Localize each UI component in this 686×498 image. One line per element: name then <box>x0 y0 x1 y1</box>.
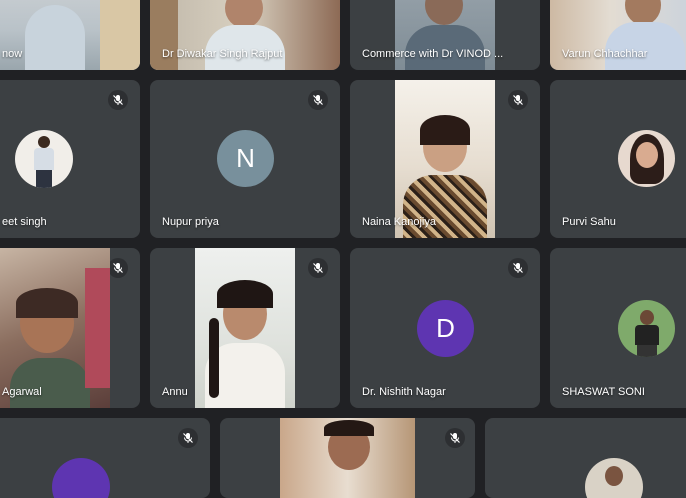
participant-tile-shaswat[interactable]: SHASWAT SONI <box>550 248 686 408</box>
avatar <box>618 300 675 357</box>
participant-name: Nupur priya <box>162 216 219 228</box>
participant-tile-nishith[interactable]: D Dr. Nishith Nagar <box>350 248 540 408</box>
participant-tile-row4-3[interactable] <box>485 418 686 498</box>
participant-name: SHASWAT SONI <box>562 386 645 398</box>
participant-name: eet singh <box>2 216 47 228</box>
participant-tile-annu[interactable]: Annu <box>150 248 340 408</box>
participant-name: Purvi Sahu <box>562 216 616 228</box>
participant-video <box>195 248 295 408</box>
mic-off-icon <box>178 428 198 448</box>
participant-tile-naina[interactable]: Naina Kanojiya <box>350 80 540 238</box>
mic-off-icon <box>308 258 328 278</box>
participant-name: Agarwal <box>2 386 42 398</box>
avatar <box>15 130 73 188</box>
avatar: D <box>417 300 474 357</box>
participant-tile-purvi[interactable]: Purvi Sahu <box>550 80 686 238</box>
mic-off-icon <box>508 90 528 110</box>
mic-off-icon <box>108 258 128 278</box>
participant-tile-agarwal[interactable]: Agarwal <box>0 248 140 408</box>
participant-name: Dr Diwakar Singh Rajput <box>162 48 283 60</box>
participant-video <box>280 418 415 498</box>
participant-name: Varun Chhachhar <box>562 48 648 60</box>
avatar <box>618 130 675 187</box>
participant-tile-row4-1[interactable] <box>0 418 210 498</box>
participant-name: Annu <box>162 386 188 398</box>
participant-name: now <box>2 48 23 60</box>
participant-tile-varun[interactable]: Varun Chhachhar <box>550 0 686 70</box>
participant-name: Naina Kanojiya <box>362 216 436 228</box>
mic-off-icon <box>308 90 328 110</box>
participant-tile-row4-2[interactable] <box>220 418 475 498</box>
participant-video <box>395 80 495 238</box>
participant-name: Dr. Nishith Nagar <box>362 386 446 398</box>
participant-video <box>0 248 110 408</box>
participant-name: Commerce with Dr VINOD ... <box>362 48 504 60</box>
avatar <box>585 458 643 498</box>
participant-tile-vinod[interactable]: Commerce with Dr VINOD ... <box>350 0 540 70</box>
mic-off-icon <box>508 258 528 278</box>
participant-tile-now[interactable]: now <box>0 0 140 70</box>
participant-tile-diwakar[interactable]: Dr Diwakar Singh Rajput <box>150 0 340 70</box>
participant-tile-nupur[interactable]: N Nupur priya <box>150 80 340 238</box>
mic-off-icon <box>445 428 465 448</box>
avatar: N <box>217 130 274 187</box>
participant-tile-eet-singh[interactable]: eet singh <box>0 80 140 238</box>
avatar <box>52 458 110 498</box>
mic-off-icon <box>108 90 128 110</box>
